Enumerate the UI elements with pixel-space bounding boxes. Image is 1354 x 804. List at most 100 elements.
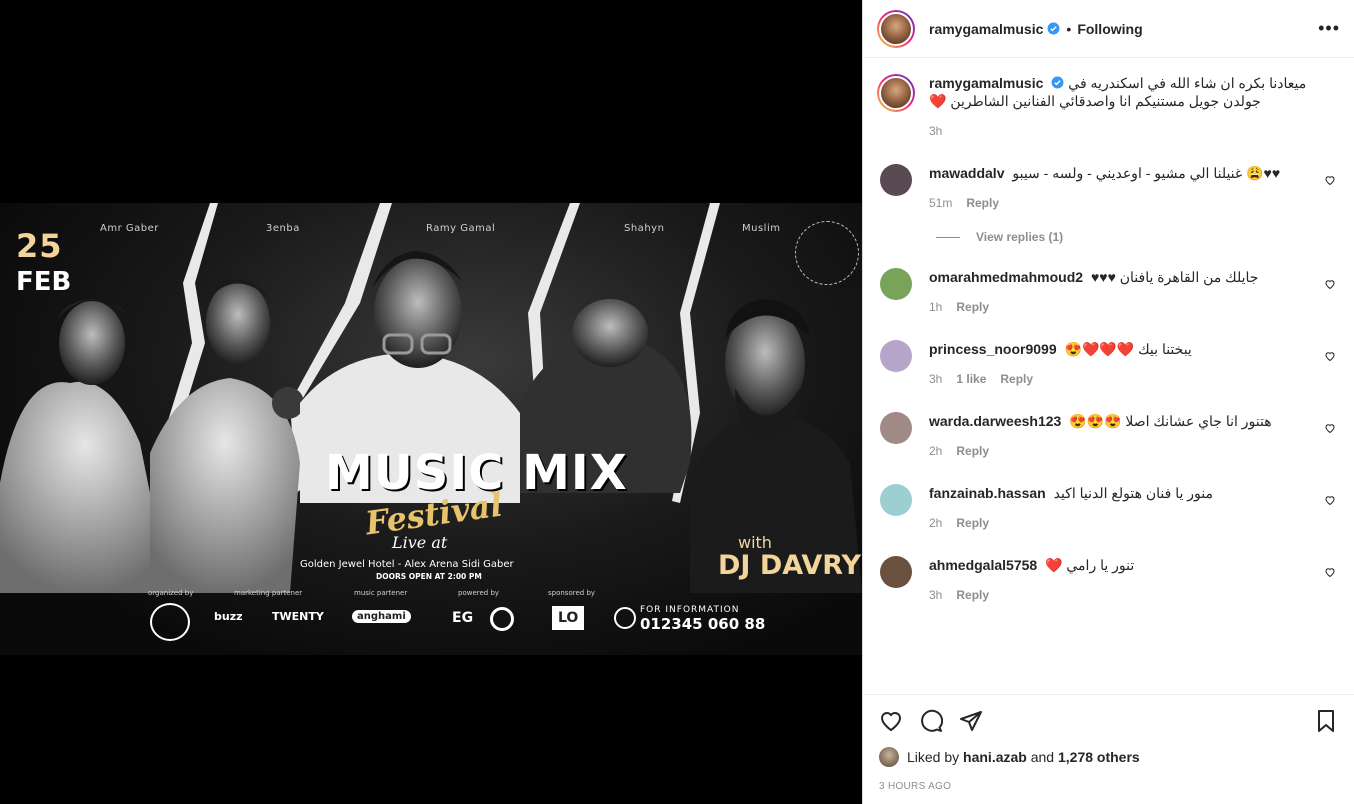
commenter-avatar[interactable] — [880, 484, 912, 516]
comment-text: هتنور انا جاي عشانك اصلا 😍😍😍 — [1069, 413, 1272, 429]
event-poster-image: Amr Gaber 3enba Ramy Gamal Shahyn Muslim… — [0, 203, 862, 655]
replies-divider-line — [936, 236, 960, 238]
post-sidebar: ramygamalmusic • Following ••• ramygamal… — [862, 0, 1354, 804]
like-comment-heart-icon[interactable] — [1324, 278, 1336, 290]
comment-text: جايلك من القاهرة يافنان ♥♥♥ — [1090, 269, 1259, 285]
comment-username[interactable]: ahmedgalal5758 — [929, 557, 1037, 573]
event-day: 25 — [16, 227, 63, 265]
like-comment-heart-icon[interactable] — [1324, 174, 1336, 186]
info-phone: 012345 060 88 — [640, 615, 766, 633]
super-sound-logo — [490, 607, 514, 631]
comment-username[interactable]: omarahmedmahmoud2 — [929, 269, 1083, 285]
comment-text: منور يا فنان هتولع الدنيا اكيد — [1053, 485, 1213, 501]
poster-artwork — [0, 203, 862, 593]
caption-meta: 3h — [929, 122, 1340, 140]
verified-badge-icon — [1051, 76, 1064, 89]
marketing-label: marketing partener — [234, 589, 303, 597]
comment-username[interactable]: fanzainab.hassan — [929, 485, 1046, 501]
commenter-avatar[interactable] — [880, 340, 912, 372]
post-caption: ramygamalmusic ميعادنا بكره ان شاء الله … — [877, 74, 1340, 140]
like-heart-icon[interactable] — [879, 709, 903, 733]
comment-username[interactable]: princess_noor9099 — [929, 341, 1057, 357]
liked-by-prefix: Liked by — [907, 749, 960, 765]
comment-username[interactable]: warda.darweesh123 — [929, 413, 1061, 429]
artist-label: 3enba — [266, 223, 300, 234]
buzz-logo: buzz — [214, 610, 243, 623]
post-media: Amr Gaber 3enba Ramy Gamal Shahyn Muslim… — [0, 0, 862, 804]
artist-label: Shahyn — [624, 223, 665, 234]
event-month: FEB — [16, 267, 72, 297]
comment-bubble-icon[interactable] — [919, 709, 943, 733]
others-count-link[interactable]: 1,278 others — [1058, 749, 1140, 765]
share-paper-plane-icon[interactable] — [959, 709, 983, 733]
sponsored-label: sponsored by — [548, 589, 596, 597]
comment-likes-count[interactable]: 1 like — [956, 372, 986, 386]
post-header: ramygamalmusic • Following ••• — [863, 0, 1354, 58]
venue-text: Golden Jewel Hotel - Alex Arena Sidi Gab… — [300, 559, 514, 570]
reply-button[interactable]: Reply — [966, 196, 999, 210]
comment-item: princess_noor9099 يبختنا بيك ❤️❤️❤️😍 3h 1… — [877, 340, 1340, 388]
comment-item: warda.darweesh123 هتنور انا جاي عشانك اص… — [877, 412, 1340, 460]
festival-live-at: Live at — [392, 533, 448, 552]
like-comment-heart-icon[interactable] — [1324, 494, 1336, 506]
twenty-logo: TWENTY — [272, 610, 324, 623]
commenter-avatar[interactable] — [880, 412, 912, 444]
view-replies-label: View replies (1) — [976, 230, 1064, 244]
powered-label: powered by — [458, 589, 500, 597]
view-replies-button[interactable]: View replies (1) — [935, 230, 1340, 244]
comment-item: fanzainab.hassan منور يا فنان هتولع الدن… — [877, 484, 1340, 532]
liked-and: and — [1030, 749, 1055, 765]
comment-time: 2h — [929, 516, 943, 530]
comment-item: mawaddalv ♥♥😩 غنيلنا الي مشيو - اوعديني … — [877, 164, 1340, 212]
lo-logo: LO — [552, 606, 585, 630]
following-button[interactable]: Following — [1077, 21, 1142, 37]
reply-button[interactable]: Reply — [956, 300, 989, 314]
verified-badge-icon — [1047, 22, 1060, 35]
music-partner-label: music partener — [354, 589, 408, 597]
event-gate-logo: EG — [452, 610, 474, 626]
doors-open-text: DOORS OPEN AT 2:00 PM — [376, 572, 482, 581]
like-comment-heart-icon[interactable] — [1324, 566, 1336, 578]
comment-text: تنور يا رامي ❤️ — [1045, 557, 1135, 573]
comments-section[interactable]: ramygamalmusic ميعادنا بكره ان شاء الله … — [863, 58, 1354, 694]
artist-label: Amr Gaber — [100, 223, 159, 234]
author-username[interactable]: ramygamalmusic — [929, 21, 1043, 37]
live-concert-badge — [795, 221, 859, 285]
author-avatar[interactable] — [877, 9, 915, 48]
post-timestamp: 3 HOURS AGO — [879, 781, 952, 792]
comment-time: 3h — [929, 588, 943, 602]
like-comment-heart-icon[interactable] — [1324, 350, 1336, 362]
caption-time: 3h — [929, 124, 943, 138]
artist-label: Muslim — [742, 223, 781, 234]
caption-username[interactable]: ramygamalmusic — [929, 75, 1043, 91]
info-label: FOR INFORMATION — [640, 605, 740, 615]
comment-time: 51m — [929, 196, 953, 210]
comment-text: يبختنا بيك ❤️❤️❤️😍 — [1064, 341, 1192, 357]
liker-username[interactable]: hani.azab — [963, 749, 1027, 765]
instagram-post-viewer: Amr Gaber 3enba Ramy Gamal Shahyn Muslim… — [0, 0, 1354, 804]
bookmark-icon[interactable] — [1314, 709, 1338, 733]
dj-name: DJ DAVRY — [718, 550, 862, 581]
reply-button[interactable]: Reply — [956, 588, 989, 602]
comment-text: ♥♥😩 غنيلنا الي مشيو - اوعديني - ولسه - س… — [1012, 165, 1281, 181]
organized-label: organized by — [148, 589, 194, 597]
comment-item: omarahmedmahmoud2 جايلك من القاهرة يافنا… — [877, 268, 1340, 316]
like-comment-heart-icon[interactable] — [1324, 422, 1336, 434]
author-avatar[interactable] — [877, 74, 915, 112]
commenter-avatar[interactable] — [880, 556, 912, 588]
phone-icon — [614, 607, 636, 629]
commenter-avatar[interactable] — [880, 268, 912, 300]
comment-item: ahmedgalal5758 تنور يا رامي ❤️ 3h Reply — [877, 556, 1340, 604]
reply-button[interactable]: Reply — [956, 516, 989, 530]
comment-username[interactable]: mawaddalv — [929, 165, 1004, 181]
comment-time: 2h — [929, 444, 943, 458]
separator-dot: • — [1066, 20, 1072, 37]
liker-avatar[interactable] — [879, 747, 899, 767]
anghami-logo: anghami — [352, 610, 411, 623]
comment-time: 3h — [929, 372, 943, 386]
reply-button[interactable]: Reply — [956, 444, 989, 458]
organizer-logo — [150, 603, 190, 641]
more-options-icon[interactable]: ••• — [1318, 18, 1340, 39]
reply-button[interactable]: Reply — [1000, 372, 1033, 386]
commenter-avatar[interactable] — [880, 164, 912, 196]
